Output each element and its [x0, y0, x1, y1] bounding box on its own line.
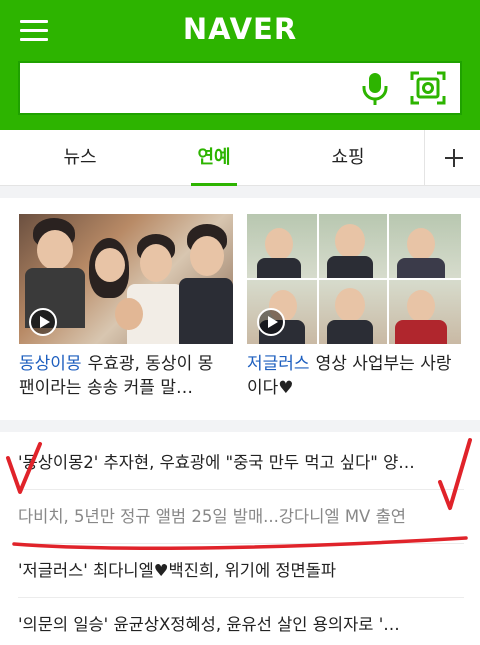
play-icon[interactable] [29, 308, 57, 336]
camera-lens-icon[interactable] [410, 71, 446, 105]
video-card-section: 동상이몽 우효광, 동상이 몽 팬이라는 송송 커플 말… 저글러스 영상 사업부는… [0, 198, 480, 420]
tab-entertainment[interactable]: 연예 [174, 130, 254, 186]
video-caption[interactable]: 동상이몽 우효광, 동상이 몽 팬이라는 송송 커플 말… [19, 352, 233, 400]
news-item[interactable]: '동상이몽2' 추자현, 우효광에 "중국 만두 먹고 싶다" 양… [18, 436, 464, 490]
microphone-icon[interactable] [360, 72, 390, 106]
video-tag: 동상이몽 [19, 354, 82, 374]
add-tab-icon[interactable] [424, 130, 480, 186]
news-list: '동상이몽2' 추자현, 우효광에 "중국 만두 먹고 싶다" 양… 다비치, … [0, 432, 480, 645]
app-header: NAVER [0, 0, 480, 130]
tab-shopping[interactable]: 쇼핑 [308, 130, 388, 186]
video-caption[interactable]: 저글러스 영상 사업부는 사랑이다♥ [247, 352, 461, 400]
news-item[interactable]: '의문의 일승' 윤균상X정혜성, 윤유선 살인 용의자로 '… [18, 598, 464, 645]
news-item[interactable]: '저글러스' 최다니엘♥백진희, 위기에 정면돌파 [18, 544, 464, 598]
video-tag: 저글러스 [247, 354, 310, 374]
naver-logo[interactable]: NAVER [0, 12, 480, 46]
tab-news[interactable]: 뉴스 [40, 130, 120, 186]
video-thumbnail[interactable] [19, 214, 233, 344]
video-card[interactable]: 동상이몽 우효광, 동상이 몽 팬이라는 송송 커플 말… [19, 214, 233, 400]
search-box[interactable] [18, 61, 462, 115]
category-tabs: 뉴스 연예 쇼핑 [0, 130, 480, 186]
play-icon[interactable] [257, 308, 285, 336]
video-card[interactable]: 저글러스 영상 사업부는 사랑이다♥ [247, 214, 461, 400]
news-item[interactable]: 다비치, 5년만 정규 앨범 25일 발매...강다니엘 MV 출연 [18, 490, 464, 544]
video-thumbnail[interactable] [247, 214, 461, 344]
search-input[interactable] [30, 69, 350, 107]
